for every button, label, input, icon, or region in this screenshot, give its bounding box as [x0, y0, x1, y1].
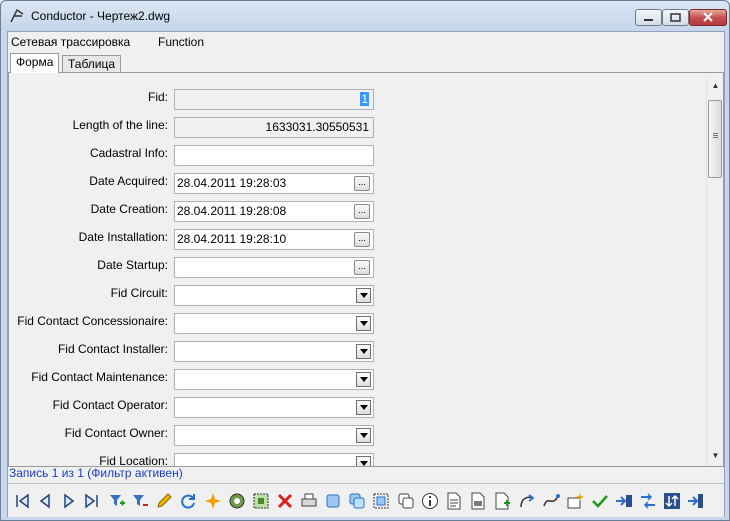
prev-record-icon[interactable] — [36, 492, 54, 510]
fid-operator-label: Fid Contact Operator: — [52, 398, 168, 412]
record-status: Запись 1 из 1 (Фильтр активен) — [9, 466, 183, 480]
date-startup-label: Date Startup: — [97, 258, 168, 272]
info-icon[interactable] — [421, 492, 439, 510]
chevron-down-icon[interactable] — [356, 372, 371, 387]
date-creation-browse-button[interactable]: ... — [354, 204, 370, 219]
minimize-button[interactable] — [635, 9, 662, 26]
fid-concessionaire-select[interactable] — [174, 313, 374, 334]
chevron-down-icon[interactable] — [356, 400, 371, 415]
document-icon[interactable] — [445, 492, 463, 510]
bottom-toolbar — [8, 483, 724, 517]
scroll-down-icon[interactable]: ▼ — [707, 447, 723, 464]
menu-network-trace[interactable]: Сетевая трассировка — [11, 35, 130, 49]
menu-function[interactable]: Function — [158, 35, 204, 49]
date-creation-input[interactable]: 28.04.2011 19:28:08 ... — [174, 201, 374, 222]
fid-installer-select[interactable] — [174, 341, 374, 362]
fid-label: Fid: — [147, 90, 168, 104]
fid-installer-label: Fid Contact Installer: — [57, 342, 168, 356]
last-record-icon[interactable] — [83, 492, 101, 510]
cadastral-label: Cadastral Info: — [89, 146, 168, 160]
fid-owner-select[interactable] — [174, 425, 374, 446]
remove-filter-icon[interactable] — [131, 492, 149, 510]
date-acquired-browse-button[interactable]: ... — [354, 176, 370, 191]
app-logo-icon — [10, 8, 24, 23]
date-creation-label: Date Creation: — [90, 202, 168, 216]
fid-location-select[interactable] — [174, 453, 374, 466]
fid-circuit-label: Fid Circuit: — [110, 286, 168, 300]
refresh-icon[interactable] — [179, 492, 197, 510]
close-icon — [703, 12, 713, 22]
client-area: Сетевая трассировка Function Форма Табли… — [7, 31, 725, 517]
scroll-thumb[interactable] — [708, 100, 722, 178]
date-installation-input[interactable]: 28.04.2011 19:28:10 ... — [174, 229, 374, 250]
chevron-down-icon[interactable] — [356, 344, 371, 359]
length-label: Length of the line: — [72, 118, 168, 132]
edit-pencil-icon[interactable] — [155, 492, 173, 510]
select-frame-icon[interactable] — [372, 492, 390, 510]
form-panel: Fid: 1 Length of the line: 1633031.30550… — [8, 72, 724, 467]
maximize-icon — [670, 13, 681, 22]
report-icon[interactable] — [469, 492, 487, 510]
date-creation-value: 28.04.2011 19:28:08 — [177, 204, 287, 218]
calc-icon[interactable] — [493, 492, 511, 510]
menu-bar: Сетевая трассировка Function — [8, 32, 724, 52]
fid-owner-label: Fid Contact Owner: — [64, 426, 168, 440]
scroll-up-icon[interactable]: ▲ — [707, 77, 723, 94]
new-star-icon[interactable] — [204, 492, 222, 510]
window-title: Conductor - Чертеж2.dwg — [31, 9, 171, 23]
tab-table[interactable]: Таблица — [62, 55, 122, 72]
copy-icon[interactable] — [324, 492, 342, 510]
trace-icon[interactable] — [542, 492, 560, 510]
first-record-icon[interactable] — [13, 492, 31, 510]
fid-circuit-select[interactable] — [174, 285, 374, 306]
sort-icon[interactable] — [663, 492, 681, 510]
zoom-globe-icon[interactable] — [228, 492, 246, 510]
fid-maintenance-select[interactable] — [174, 369, 374, 390]
check-icon[interactable] — [591, 492, 609, 510]
delete-x-icon[interactable] — [276, 492, 294, 510]
fid-operator-select[interactable] — [174, 397, 374, 418]
date-acquired-value: 28.04.2011 19:28:03 — [177, 176, 287, 190]
fid-concessionaire-label: Fid Contact Concessionaire: — [17, 314, 168, 328]
chevron-down-icon[interactable] — [356, 428, 371, 443]
duplicate-icon[interactable] — [397, 492, 415, 510]
date-acquired-label: Date Acquired: — [89, 174, 168, 188]
tab-form[interactable]: Форма — [10, 53, 60, 73]
maximize-button[interactable] — [662, 9, 689, 26]
date-startup-input[interactable]: ... — [174, 257, 374, 278]
date-acquired-input[interactable]: 28.04.2011 19:28:03 ... — [174, 173, 374, 194]
next-record-icon[interactable] — [60, 492, 78, 510]
print-icon[interactable] — [300, 492, 318, 510]
fid-maintenance-label: Fid Contact Maintenance: — [31, 370, 168, 384]
cadastral-input[interactable] — [174, 145, 374, 166]
date-installation-browse-button[interactable]: ... — [354, 232, 370, 247]
tab-strip: Форма Таблица — [8, 53, 724, 73]
new-record-icon[interactable] — [566, 492, 584, 510]
close-button[interactable] — [689, 9, 727, 26]
vertical-scrollbar[interactable]: ▲ ▼ — [706, 77, 723, 466]
chevron-down-icon[interactable] — [356, 456, 371, 466]
paste-icon[interactable] — [348, 492, 366, 510]
minimize-icon — [644, 19, 653, 21]
date-startup-browse-button[interactable]: ... — [354, 260, 370, 275]
network-icon[interactable] — [639, 492, 657, 510]
app-window: Conductor - Чертеж2.dwg Сетевая трассиро… — [0, 0, 730, 521]
length-field[interactable]: 1633031.30550531 — [174, 117, 374, 138]
chevron-down-icon[interactable] — [356, 316, 371, 331]
link-icon[interactable] — [518, 492, 536, 510]
title-bar[interactable]: Conductor - Чертеж2.dwg — [1, 1, 729, 31]
date-installation-label: Date Installation: — [78, 230, 168, 244]
chevron-down-icon[interactable] — [356, 288, 371, 303]
exit-icon[interactable] — [687, 492, 705, 510]
add-filter-icon[interactable] — [108, 492, 126, 510]
fid-value: 1 — [360, 92, 369, 106]
fid-field[interactable]: 1 — [174, 89, 374, 110]
export-icon[interactable] — [615, 492, 633, 510]
select-icon[interactable] — [252, 492, 270, 510]
date-installation-value: 28.04.2011 19:28:10 — [177, 232, 287, 246]
